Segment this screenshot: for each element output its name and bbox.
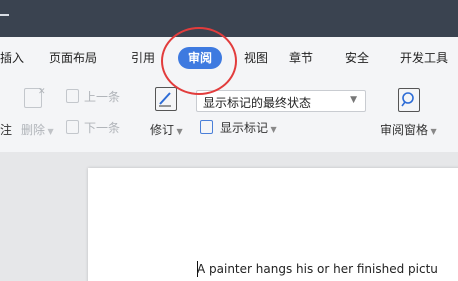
tab-chapter[interactable]: 章节: [289, 48, 313, 68]
tab-insert[interactable]: 插入: [0, 48, 24, 68]
display-mode-value: 显示标记的最终状态: [203, 96, 312, 110]
next-comment-icon: [66, 120, 79, 134]
tab-review[interactable]: 审阅: [178, 47, 223, 69]
display-mode-select[interactable]: 显示标记的最终状态 ▼: [196, 90, 366, 112]
tab-page-layout[interactable]: 页面布局: [49, 48, 97, 68]
show-markup-label: 显示标记: [220, 121, 269, 135]
review-pane-icon[interactable]: [398, 88, 420, 112]
revise-label: 修订: [150, 123, 175, 137]
next-button[interactable]: 下一条: [84, 119, 120, 136]
tab-references[interactable]: 引用: [131, 48, 155, 68]
tab-developer[interactable]: 开发工具: [400, 48, 448, 68]
document-text[interactable]: A painter hangs his or her finished pict…: [197, 262, 438, 276]
review-pane-dropdown-icon: ▼: [428, 127, 437, 136]
revise-dropdown-icon: ▼: [174, 127, 183, 136]
app-window: 插入 页面布局 引用 审阅 视图 章节 安全 开发工具 注 ✕ 删除 ▼ 上一条…: [0, 0, 458, 281]
tab-view[interactable]: 视图: [244, 48, 268, 68]
review-ribbon: 注 ✕ 删除 ▼ 上一条 下一条 修订 ▼ 显示标记的最终状态 ▼ 显示标记 ▼…: [0, 79, 458, 152]
title-bar: [0, 0, 458, 37]
revise-button[interactable]: 修订 ▼: [150, 121, 183, 138]
show-markup-dropdown-icon: ▼: [268, 125, 277, 134]
prev-button[interactable]: 上一条: [84, 88, 120, 105]
prev-comment-icon: [66, 89, 79, 103]
show-markup-icon: [200, 120, 213, 134]
show-markup-button[interactable]: 显示标记 ▼: [220, 119, 277, 136]
chevron-down-icon: ▼: [350, 95, 357, 105]
delete-x-icon: ✕: [38, 87, 46, 97]
comment-label-partial[interactable]: 注: [0, 121, 12, 138]
track-changes-icon[interactable]: [155, 87, 177, 111]
delete-label: 删除: [21, 123, 46, 137]
delete-button[interactable]: 删除 ▼: [21, 121, 54, 138]
menu-tab-bar: 插入 页面布局 引用 审阅 视图 章节 安全 开发工具: [0, 37, 458, 79]
delete-dropdown-icon: ▼: [45, 127, 54, 136]
review-pane-label: 审阅窗格: [380, 123, 429, 137]
tab-security[interactable]: 安全: [345, 48, 369, 68]
review-pane-button[interactable]: 审阅窗格 ▼: [380, 121, 437, 138]
minimize-icon[interactable]: [0, 14, 9, 16]
